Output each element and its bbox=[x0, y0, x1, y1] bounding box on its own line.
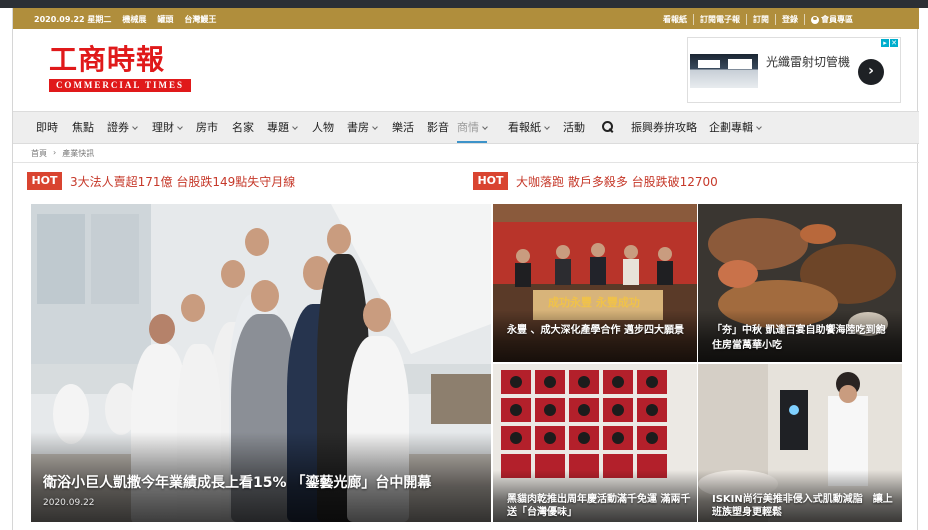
chevron-down-icon bbox=[482, 124, 488, 130]
search-icon[interactable] bbox=[602, 121, 614, 133]
ad-banner[interactable]: 光纖雷射切管機 › ▸ ✕ bbox=[687, 37, 901, 103]
nav-item-events[interactable]: 活動 bbox=[563, 112, 585, 143]
chevron-down-icon bbox=[132, 124, 138, 130]
logo-english: COMMERCIAL TIMES bbox=[49, 79, 191, 92]
divider bbox=[13, 162, 919, 163]
member-area-link[interactable]: 會員專區 bbox=[805, 14, 859, 25]
newsletter-link[interactable]: 訂閱電子報 bbox=[694, 14, 747, 25]
chevron-down-icon bbox=[177, 124, 183, 130]
utility-left: 2020.09.22 星期二 機械展 罐頭 台灣鰻王 bbox=[34, 14, 216, 25]
subscribe-link[interactable]: 訂閱 bbox=[747, 14, 776, 25]
ad-machine-image bbox=[690, 54, 758, 88]
chevron-down-icon bbox=[544, 124, 550, 130]
hero-title[interactable]: 衛浴小巨人凱撒今年業績成長上看15% 「鎏藝光廊」台中開幕 bbox=[43, 474, 483, 492]
nav-item-business[interactable]: 商情 bbox=[457, 112, 488, 143]
news-tile[interactable]: 「夯」中秋 凱達百宴自助饗海陸吃到飽 住房當萬華小吃 bbox=[698, 204, 902, 362]
tile-title[interactable]: ISKIN尚行美推非侵入式肌動減脂 讓上班族塑身更輕鬆 bbox=[712, 493, 898, 519]
logo-chinese: 工商時報 bbox=[49, 43, 166, 76]
nav-item-securities[interactable]: 證券 bbox=[107, 112, 138, 143]
breadcrumb-separator: › bbox=[53, 148, 57, 157]
utility-right: 看報紙 訂閱電子報 訂閱 登錄 會員專區 bbox=[657, 14, 859, 25]
tag-link-eel[interactable]: 台灣鰻王 bbox=[184, 14, 216, 25]
ad-text: 光纖雷射切管機 bbox=[766, 55, 851, 69]
chevron-down-icon bbox=[756, 124, 762, 130]
tile-title[interactable]: 黑貓肉乾推出周年慶活動滿千免運 滿兩千送「台灣優味」 bbox=[507, 493, 693, 519]
main-nav: 即時 焦點 證券 理財 房市 名家 專題 人物 書房 樂活 影音 商情 看報紙 … bbox=[13, 111, 919, 144]
utility-bar: 2020.09.22 星期二 機械展 罐頭 台灣鰻王 看報紙 訂閱電子報 訂閱 … bbox=[13, 8, 919, 29]
tile-sign-text: 成功永豐 永豐成功 bbox=[548, 296, 640, 309]
tile-title[interactable]: 「夯」中秋 凱達百宴自助饗海陸吃到飽 住房當萬華小吃 bbox=[712, 323, 892, 353]
hero-article[interactable]: 衛浴小巨人凱撒今年業績成長上看15% 「鎏藝光廊」台中開幕 2020.09.22 bbox=[31, 204, 491, 522]
ad-arrow-button[interactable]: › bbox=[858, 59, 884, 85]
nav-item-voucher-guide[interactable]: 振興券拚攻略 bbox=[631, 112, 697, 143]
hot-badge: HOT bbox=[27, 172, 62, 190]
adchoices-icon[interactable]: ▸ bbox=[881, 39, 889, 47]
news-tile[interactable]: 黑貓肉乾推出周年慶活動滿千免運 滿兩千送「台灣優味」 bbox=[493, 364, 697, 522]
news-tile[interactable]: ISKIN尚行美推非侵入式肌動減脂 讓上班族塑身更輕鬆 bbox=[698, 364, 902, 522]
tag-link-cans[interactable]: 罐頭 bbox=[157, 14, 173, 25]
nav-item-realestate[interactable]: 房市 bbox=[196, 112, 218, 143]
site-logo[interactable]: 工商時報 COMMERCIAL TIMES bbox=[49, 44, 193, 102]
breadcrumb-current[interactable]: 產業快訊 bbox=[62, 148, 94, 159]
close-icon[interactable]: ✕ bbox=[890, 39, 898, 47]
news-tile[interactable]: 成功永豐 永豐成功 永豐 、成大深化產學合作 邁步四大願景 bbox=[493, 204, 697, 362]
member-area-label: 會員專區 bbox=[821, 15, 853, 24]
breadcrumb: 首頁 › 產業快訊 bbox=[31, 148, 94, 159]
hot-news-item[interactable]: HOT 大咖落跑 散戶多殺多 台股跌破12700 bbox=[473, 172, 718, 190]
hot-badge: HOT bbox=[473, 172, 508, 190]
chevron-down-icon bbox=[292, 124, 298, 130]
nav-item-people[interactable]: 人物 bbox=[312, 112, 334, 143]
hot-news-title[interactable]: 大咖落跑 散戶多殺多 台股跌破12700 bbox=[516, 173, 718, 190]
current-date: 2020.09.22 星期二 bbox=[34, 15, 112, 24]
nav-item-books[interactable]: 書房 bbox=[347, 112, 378, 143]
tile-title[interactable]: 永豐 、成大深化產學合作 邁步四大願景 bbox=[507, 323, 687, 338]
nav-item-topics[interactable]: 專題 bbox=[267, 112, 298, 143]
nav-item-finance[interactable]: 理財 bbox=[152, 112, 183, 143]
nav-item-realtime[interactable]: 即時 bbox=[36, 112, 58, 143]
page-container: 2020.09.22 星期二 機械展 罐頭 台灣鰻王 看報紙 訂閱電子報 訂閱 … bbox=[12, 8, 919, 530]
read-paper-link[interactable]: 看報紙 bbox=[657, 14, 694, 25]
nav-item-columnists[interactable]: 名家 bbox=[232, 112, 254, 143]
nav-item-epaper[interactable]: 看報紙 bbox=[508, 112, 550, 143]
chevron-down-icon bbox=[372, 124, 378, 130]
tag-link-machinery[interactable]: 機械展 bbox=[122, 14, 146, 25]
ad-choices[interactable]: ▸ ✕ bbox=[881, 39, 898, 47]
breadcrumb-home[interactable]: 首頁 bbox=[31, 148, 47, 159]
hero-date: 2020.09.22 bbox=[43, 498, 95, 508]
login-link[interactable]: 登錄 bbox=[776, 14, 805, 25]
hot-news-item[interactable]: HOT 3大法人賣超171億 台股跌149點失守月線 bbox=[27, 172, 295, 190]
browser-top-strip bbox=[0, 0, 928, 8]
user-icon bbox=[811, 15, 819, 24]
nav-item-video[interactable]: 影音 bbox=[427, 112, 449, 143]
hot-news-title[interactable]: 3大法人賣超171億 台股跌149點失守月線 bbox=[70, 173, 295, 190]
nav-item-focus[interactable]: 焦點 bbox=[72, 112, 94, 143]
nav-item-special-edition[interactable]: 企劃專輯 bbox=[709, 112, 762, 143]
nav-item-lifestyle[interactable]: 樂活 bbox=[392, 112, 414, 143]
